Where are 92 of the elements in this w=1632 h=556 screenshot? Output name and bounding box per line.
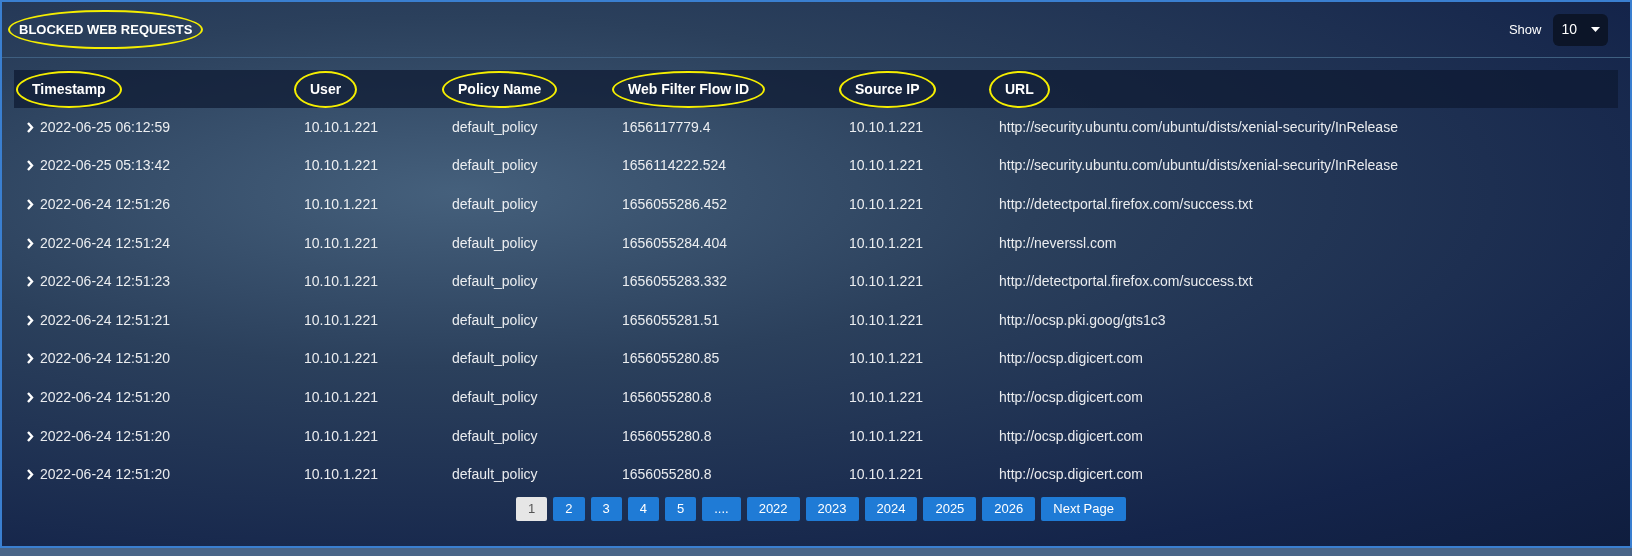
page-button[interactable]: Next Page [1041,496,1126,521]
table-cell-text: 1656055283.332 [622,272,728,292]
table-cell-text: 2022-06-24 12:51:20 [40,465,170,485]
table-cell-text: default_policy [452,465,538,485]
caret-icon [1591,27,1600,32]
chevron-right-icon[interactable] [26,353,34,365]
chevron-right-icon[interactable] [26,237,34,249]
table-cell-text: 10.10.1.221 [304,426,378,446]
chevron-right-icon[interactable] [26,276,34,288]
column-header[interactable]: Timestamp [16,70,122,108]
table-cell-text: 10.10.1.221 [849,310,923,330]
page-button[interactable]: 5 [664,496,697,521]
table-cell-text: 10.10.1.221 [849,426,923,446]
table-cell-text: 2022-06-24 12:51:20 [40,426,170,446]
table-cell-text: default_policy [452,117,538,137]
page-size-select[interactable]: 10 [1553,13,1608,46]
table-cell-text: 10.10.1.221 [304,117,378,137]
column-header[interactable]: Web Filter Flow ID [612,70,766,108]
table-cell-text: http://ocsp.pki.goog/gts1c3 [999,310,1166,330]
table-cell-text: 2022-06-24 12:51:20 [40,387,170,407]
page-button[interactable]: 2022 [746,496,800,521]
table-cell-text: 10.10.1.221 [849,156,923,176]
column-header[interactable]: URL [989,70,1050,108]
table-cell-text: 1656055281.51 [622,310,720,330]
table-cell-text: http://detectportal.firefox.com/success.txt [999,272,1253,292]
table-cell-text: 1656055280.8 [622,387,712,407]
table-cell-text: 2022-06-25 05:13:42 [40,156,170,176]
page-button[interactable]: 2024 [864,496,918,521]
table-cell-text: default_policy [452,195,538,214]
table-cell-text: 10.10.1.221 [304,349,378,369]
page-button[interactable]: .... [702,496,741,521]
table-cell-text: 10.10.1.221 [849,117,923,137]
table-cell-text: http://ocsp.digicert.com [999,387,1143,407]
chevron-right-icon[interactable] [26,430,34,442]
table-cell-text: default_policy [452,310,538,330]
table-cell-text: 1656117779.4 [622,117,711,137]
table-cell-text: http://security.ubuntu.com/ubuntu/dists/xenial-security/InRelease [999,117,1398,137]
page-button[interactable]: 2025 [923,496,977,521]
page-button[interactable]: 4 [627,496,659,521]
page-button[interactable]: 2 [553,496,585,521]
table-cell-text: default_policy [452,387,538,407]
table-cell-text: http://security.ubuntu.com/ubuntu/dists/xenial-security/InRelease [999,156,1398,176]
chevron-right-icon[interactable] [26,469,34,481]
column-header[interactable]: User [294,70,358,108]
table-cell-text: 2022-06-25 06:12:59 [40,117,170,137]
panel-title: BLOCKED WEB REQUESTS [8,9,204,50]
chevron-right-icon[interactable] [26,314,34,326]
column-header[interactable]: Policy Name [442,70,558,108]
table-cell-text: default_policy [452,349,538,369]
table-cell-text: 10.10.1.221 [304,272,378,292]
page-button[interactable]: 3 [590,496,622,521]
chevron-right-icon[interactable] [26,160,34,172]
column-header[interactable]: Source IP [839,70,936,108]
table-cell-text: 1656055286.452 [622,195,728,214]
table-cell-text: 10.10.1.221 [849,465,923,485]
table-cell-text: http://neverssl.com [999,233,1117,253]
table-cell-text: 1656055280.85 [622,349,720,369]
table-cell-text: http://ocsp.digicert.com [999,349,1143,369]
table-cell-text: 1656055280.8 [622,426,712,446]
table-cell-text: http://ocsp.digicert.com [999,465,1143,485]
table-cell-text: 1656114222.524 [622,156,727,176]
table-cell-text: 10.10.1.221 [849,233,923,253]
table-cell-text: 10.10.1.221 [849,387,923,407]
table-cell-text: http://detectportal.firefox.com/success.txt [999,195,1253,214]
table-cell-text: 10.10.1.221 [304,387,378,407]
table-cell-text: 2022-06-24 12:51:24 [40,233,170,253]
chevron-right-icon[interactable] [26,121,34,133]
table-cell-text: 1656055284.404 [622,233,728,253]
page-button[interactable]: 1 [516,496,548,521]
page-button[interactable]: 2023 [805,496,859,521]
table-cell-text: default_policy [452,233,538,253]
table-cell-text: 10.10.1.221 [304,465,378,485]
show-label: Show [1508,20,1542,39]
table-cell-text: 2022-06-24 12:51:20 [40,349,170,369]
table-cell-text: 10.10.1.221 [849,349,923,369]
table-cell-text: 1656055280.8 [622,465,712,485]
chevron-right-icon[interactable] [26,199,34,210]
table-cell-text: default_policy [452,426,538,446]
chevron-right-icon[interactable] [26,391,34,403]
table-cell-text: 2022-06-24 12:51:23 [40,272,170,292]
page-button[interactable]: 2026 [982,496,1036,521]
table-cell-text: 10.10.1.221 [304,156,378,176]
table-cell-text: 10.10.1.221 [304,310,378,330]
table-cell-text: 10.10.1.221 [849,272,923,292]
table-cell-text: default_policy [452,156,538,176]
table-cell-text: 10.10.1.221 [304,195,378,214]
table-cell-text: 10.10.1.221 [849,195,923,214]
table-cell-text: 2022-06-24 12:51:26 [40,195,170,214]
table-cell-text: http://ocsp.digicert.com [999,426,1143,446]
table-cell-text: default_policy [452,272,538,292]
table-cell-text: 10.10.1.221 [304,233,378,253]
table-cell-text: 2022-06-24 12:51:21 [40,310,170,330]
